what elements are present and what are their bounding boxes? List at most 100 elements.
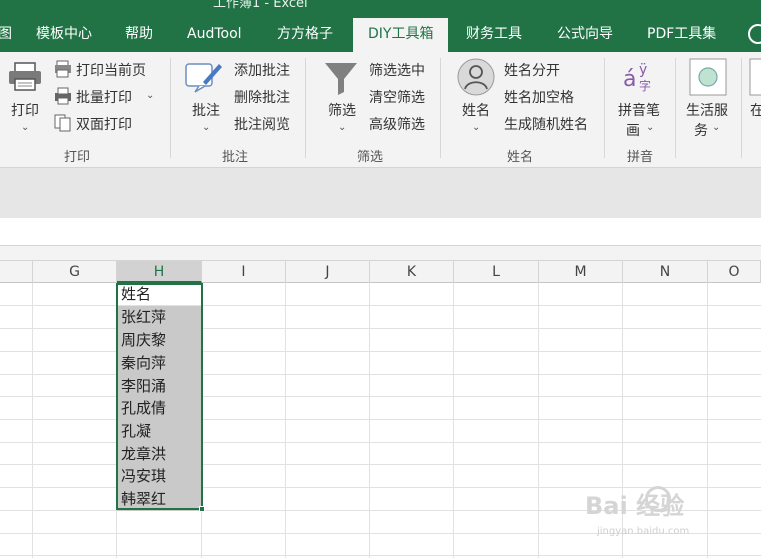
tab-diy-toolbox[interactable]: DIY工具箱 bbox=[353, 18, 449, 52]
cut-off-icon[interactable] bbox=[749, 58, 761, 96]
split-name-button[interactable]: 姓名分开 bbox=[504, 60, 560, 80]
group-divider bbox=[604, 58, 605, 158]
tab-fangfang[interactable]: 方方格子 bbox=[277, 18, 333, 52]
cell-h-name[interactable]: 孔凝 bbox=[117, 420, 202, 443]
random-name-button[interactable]: 生成随机姓名 bbox=[504, 114, 588, 134]
comment-button[interactable]: 批注 bbox=[192, 100, 220, 120]
name-add-space-button[interactable]: 姓名加空格 bbox=[504, 87, 574, 107]
column-header-n[interactable]: N bbox=[623, 261, 708, 283]
cell-h-name[interactable]: 张红萍 bbox=[117, 306, 202, 329]
filter-selected-button[interactable]: 筛选选中 bbox=[369, 60, 425, 80]
delete-comment-button[interactable]: 删除批注 bbox=[234, 87, 290, 107]
tab-help[interactable]: 帮助 bbox=[125, 18, 153, 52]
column-header-h[interactable]: H bbox=[117, 261, 202, 283]
life-service-button-line2: 务 bbox=[694, 123, 708, 139]
notification-band bbox=[0, 168, 761, 218]
cell-h-name[interactable]: 龙章洪 bbox=[117, 443, 202, 466]
cell-h-name[interactable]: 秦向萍 bbox=[117, 352, 202, 375]
grid-line bbox=[0, 374, 761, 375]
grid-line bbox=[32, 283, 33, 558]
grid-line bbox=[0, 396, 761, 397]
group-divider bbox=[305, 58, 306, 158]
comment-pen-icon[interactable] bbox=[185, 60, 223, 94]
chevron-down-icon[interactable]: ⌄ bbox=[472, 122, 480, 133]
window-title: 工作簿1 - Excel bbox=[213, 0, 308, 11]
tab-audtool[interactable]: AudTool bbox=[187, 18, 242, 52]
name-button[interactable]: 姓名 bbox=[462, 100, 490, 120]
chevron-down-icon[interactable]: ⌄ bbox=[646, 122, 654, 133]
fill-handle[interactable] bbox=[199, 506, 205, 512]
funnel-icon[interactable] bbox=[323, 60, 359, 96]
pinyin-group-label: 拼音 bbox=[627, 150, 654, 165]
formula-bar[interactable] bbox=[0, 218, 761, 246]
chevron-down-icon[interactable]: ⌄ bbox=[202, 122, 210, 133]
pinyin-icon[interactable]: á ÿ 字 bbox=[622, 58, 660, 94]
grid-line bbox=[0, 328, 761, 329]
paw-logo-icon bbox=[645, 486, 671, 512]
cell-h-name[interactable]: 韩翠红 bbox=[117, 488, 202, 511]
group-divider bbox=[170, 58, 171, 158]
extra-button[interactable]: 在 bbox=[750, 100, 761, 120]
grid-line bbox=[453, 283, 454, 558]
filter-button[interactable]: 筛选 bbox=[328, 100, 356, 120]
print-current-page-button[interactable]: 打印当前页 bbox=[76, 60, 146, 80]
chevron-down-icon[interactable]: ⌄ bbox=[146, 90, 154, 101]
pinyin-stroke-button[interactable]: 拼音笔 bbox=[618, 100, 660, 120]
group-divider bbox=[440, 58, 441, 158]
clear-filter-button[interactable]: 清空筛选 bbox=[369, 87, 425, 107]
group-divider bbox=[675, 58, 676, 158]
chevron-down-icon[interactable]: ⌄ bbox=[21, 122, 29, 133]
column-header-row: G H I J K L M N O bbox=[0, 261, 761, 283]
group-divider bbox=[741, 58, 742, 158]
grid-line bbox=[369, 283, 370, 558]
column-header-l[interactable]: L bbox=[454, 261, 539, 283]
tab-partial[interactable]: 图 bbox=[0, 18, 12, 52]
tab-template-center[interactable]: 模板中心 bbox=[36, 18, 92, 52]
watermark-url: jingyan.baidu.com bbox=[597, 526, 690, 537]
cell-h-name[interactable]: 李阳涌 bbox=[117, 375, 202, 398]
tab-finance-tools[interactable]: 财务工具 bbox=[466, 18, 522, 52]
advanced-filter-button[interactable]: 高级筛选 bbox=[369, 114, 425, 134]
name-group-label: 姓名 bbox=[507, 150, 534, 165]
cell-h-name[interactable]: 冯安琪 bbox=[117, 465, 202, 488]
column-header-m[interactable]: M bbox=[539, 261, 623, 283]
cell-h-name[interactable]: 周庆黎 bbox=[117, 329, 202, 352]
printer-icon[interactable] bbox=[8, 62, 42, 92]
pinyin-stroke-button-line2: 画 bbox=[626, 123, 640, 139]
tab-pdf-tools[interactable]: PDF工具集 bbox=[647, 18, 716, 52]
grid-line bbox=[0, 442, 761, 443]
duplex-print-icon bbox=[54, 114, 71, 132]
tab-formula-wizard[interactable]: 公式向导 bbox=[557, 18, 613, 52]
grid-line bbox=[0, 305, 761, 306]
column-header-g[interactable]: G bbox=[33, 261, 117, 283]
sheet-top-gap bbox=[0, 246, 761, 261]
column-header-k[interactable]: K bbox=[370, 261, 454, 283]
grid-line bbox=[0, 351, 761, 352]
add-comment-button[interactable]: 添加批注 bbox=[234, 60, 290, 80]
baidu-watermark: Bai 经验 jingyan.baidu.com bbox=[585, 480, 761, 550]
browse-comment-button[interactable]: 批注阅览 bbox=[234, 114, 290, 134]
chevron-down-icon[interactable]: ⌄ bbox=[338, 122, 346, 133]
column-header-o[interactable]: O bbox=[708, 261, 761, 283]
life-service-button[interactable]: 生活服 bbox=[686, 100, 728, 120]
chevron-down-icon[interactable]: ⌄ bbox=[712, 122, 720, 133]
column-header-i[interactable]: I bbox=[202, 261, 286, 283]
ribbon-tab-bar: 图 模板中心 帮助 AudTool 方方格子 DIY工具箱 财务工具 公式向导 … bbox=[0, 18, 761, 52]
batch-print-button[interactable]: 批量打印 bbox=[76, 87, 132, 107]
svg-text:á: á bbox=[623, 67, 636, 92]
grid-line bbox=[285, 283, 286, 558]
cell-h-header[interactable]: 姓名 bbox=[117, 283, 202, 306]
print-button[interactable]: 打印 bbox=[11, 100, 39, 120]
column-header-j[interactable]: J bbox=[286, 261, 370, 283]
lightbulb-icon[interactable] bbox=[748, 24, 761, 44]
person-avatar-icon[interactable] bbox=[457, 58, 495, 96]
grid-line bbox=[0, 419, 761, 420]
grid-line bbox=[0, 464, 761, 465]
cell-h-name[interactable]: 孔成倩 bbox=[117, 397, 202, 420]
batch-print-icon bbox=[55, 87, 71, 105]
life-service-icon[interactable] bbox=[689, 58, 727, 96]
duplex-print-button[interactable]: 双面打印 bbox=[76, 114, 132, 134]
column-header-blank[interactable] bbox=[0, 261, 33, 283]
svg-text:ÿ: ÿ bbox=[639, 62, 647, 78]
filter-group-label: 筛选 bbox=[357, 150, 384, 165]
